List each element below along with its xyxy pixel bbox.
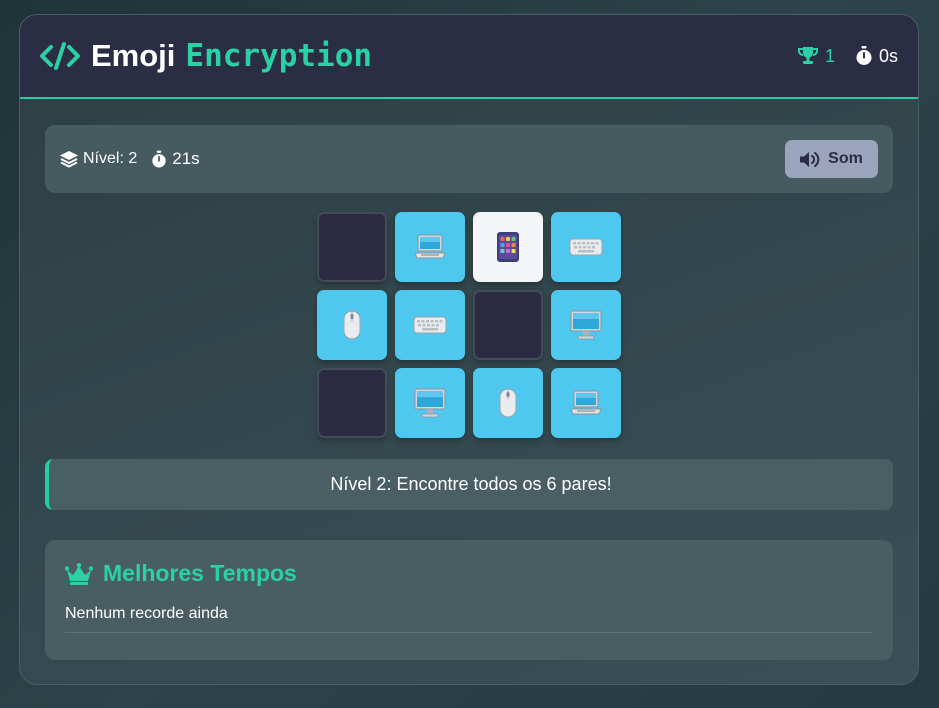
memory-card[interactable] <box>473 290 543 360</box>
no-records-text: Nenhum recorde ainda <box>65 605 873 633</box>
laptop-icon <box>413 232 447 262</box>
memory-card[interactable] <box>473 212 543 282</box>
game-container: Emoji Encryption 1 0s Nível: 2 21s Som N… <box>19 14 919 685</box>
sound-toggle-button[interactable]: Som <box>785 140 878 178</box>
header-timer-value: 0s <box>878 45 898 66</box>
game-info-bar: Nível: 2 21s Som <box>45 125 893 193</box>
level-label: Nível: 2 <box>83 150 138 167</box>
game-message: Nível 2: Encontre todos os 6 pares! <box>45 459 893 510</box>
tablet-icon <box>495 231 521 263</box>
header-stats: 1 0s <box>797 46 898 67</box>
code-icon <box>39 41 81 71</box>
memory-card[interactable] <box>473 368 543 438</box>
info-left: Nível: 2 21s <box>60 149 200 169</box>
sound-label: Som <box>828 150 863 167</box>
memory-card[interactable] <box>395 290 465 360</box>
mouse-icon <box>341 309 363 341</box>
stopwatch-icon <box>152 150 166 167</box>
header-timer: 0s <box>855 46 898 67</box>
desktop-icon <box>413 387 447 419</box>
title-emoji: Emoji <box>91 38 176 73</box>
card-grid <box>317 212 621 438</box>
trophy-stat: 1 <box>797 46 835 67</box>
memory-card[interactable] <box>317 290 387 360</box>
keyboard-icon <box>413 314 447 336</box>
game-timer-value: 21s <box>172 149 200 168</box>
desktop-icon <box>569 309 603 341</box>
memory-card[interactable] <box>395 212 465 282</box>
best-times-panel: Melhores Tempos Nenhum recorde ainda <box>45 540 893 660</box>
best-times-title: Melhores Tempos <box>103 560 297 586</box>
memory-card[interactable] <box>551 212 621 282</box>
game-timer: 21s <box>151 149 200 169</box>
level-indicator: Nível: 2 <box>60 150 137 168</box>
memory-card[interactable] <box>317 368 387 438</box>
trophy-count: 1 <box>824 45 835 66</box>
best-times-header: Melhores Tempos <box>65 560 873 587</box>
laptop-icon <box>569 388 603 418</box>
title-encryption: Encryption <box>185 38 373 74</box>
memory-card[interactable] <box>551 368 621 438</box>
memory-card[interactable] <box>551 290 621 360</box>
stopwatch-icon <box>856 46 872 65</box>
keyboard-icon <box>569 236 603 258</box>
layers-icon <box>60 150 78 168</box>
memory-card[interactable] <box>395 368 465 438</box>
trophy-icon <box>797 47 818 64</box>
crown-icon <box>65 562 93 585</box>
mouse-icon <box>497 387 519 419</box>
app-title: Emoji Encryption <box>39 38 372 74</box>
volume-icon <box>800 151 820 167</box>
header: Emoji Encryption 1 0s <box>20 15 918 99</box>
memory-card[interactable] <box>317 212 387 282</box>
